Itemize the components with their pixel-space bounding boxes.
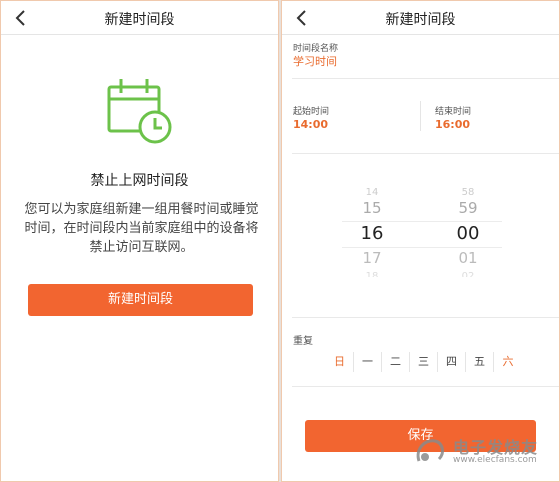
end-time-value[interactable]: 16:00 — [435, 118, 470, 131]
picker-hour-option[interactable]: 15 — [352, 199, 392, 217]
divider — [420, 101, 421, 131]
start-time-value[interactable]: 14:00 — [293, 118, 328, 131]
calendar-clock-icon — [107, 79, 172, 144]
create-time-period-button[interactable]: 新建时间段 — [28, 284, 253, 316]
empty-state-description: 您可以为家庭组新建一组用餐时间或睡觉时间，在时间段内当前家庭组中的设备将禁止访问… — [24, 202, 259, 255]
left-navbar: 新建时间段 — [1, 1, 278, 35]
weekday-wednesday[interactable]: 三 — [410, 352, 438, 372]
left-screen: 新建时间段 禁止上网时间段 您可以为家庭组新建一组用餐时间或睡觉时间，在时间段内… — [0, 0, 279, 482]
weekday-tuesday[interactable]: 二 — [382, 352, 410, 372]
picker-minute-option[interactable]: 58 — [448, 187, 488, 195]
picker-hour-option[interactable]: 18 — [352, 271, 392, 277]
picker-hour-option[interactable]: 17 — [352, 249, 392, 267]
page-title: 新建时间段 — [104, 12, 175, 28]
picker-minute-option[interactable]: 01 — [448, 249, 488, 267]
start-time-label: 起始时间 — [293, 107, 330, 117]
picker-hour-selected[interactable]: 16 — [352, 223, 392, 244]
weekday-sunday[interactable]: 日 — [326, 352, 354, 372]
time-picker[interactable]: 14 15 16 17 18 58 59 00 01 02 — [282, 181, 559, 281]
right-screen: 新建时间段 时间段名称 学习时间 起始时间 14:00 结束时间 16:00 1… — [281, 0, 560, 482]
weekday-friday[interactable]: 五 — [466, 352, 494, 372]
weekday-saturday[interactable]: 六 — [494, 352, 522, 372]
period-name-value[interactable]: 学习时间 — [293, 53, 337, 69]
repeat-label: 重复 — [293, 336, 313, 347]
weekday-thursday[interactable]: 四 — [438, 352, 466, 372]
picker-hour-option[interactable]: 14 — [352, 187, 392, 195]
picker-minute-option[interactable]: 59 — [448, 199, 488, 217]
divider — [292, 78, 559, 79]
empty-state-title: 禁止上网时间段 — [90, 173, 189, 189]
divider — [292, 386, 559, 387]
watermark: 电子发烧友 www.elecfans.com — [407, 431, 557, 471]
watermark-url: www.elecfans.com — [453, 455, 537, 465]
picker-selection-line — [342, 221, 502, 222]
picker-selection-line — [342, 247, 502, 248]
divider — [292, 317, 559, 318]
picker-minute-selected[interactable]: 00 — [448, 223, 488, 244]
weekday-monday[interactable]: 一 — [354, 352, 382, 372]
weekday-selector: 日 一 二 三 四 五 六 — [326, 352, 559, 372]
right-navbar: 新建时间段 — [282, 1, 559, 35]
end-time-label: 结束时间 — [435, 107, 472, 117]
page-title: 新建时间段 — [385, 12, 456, 28]
elecfans-logo-icon — [416, 439, 444, 462]
divider — [292, 153, 559, 154]
picker-minute-option[interactable]: 02 — [448, 271, 488, 277]
